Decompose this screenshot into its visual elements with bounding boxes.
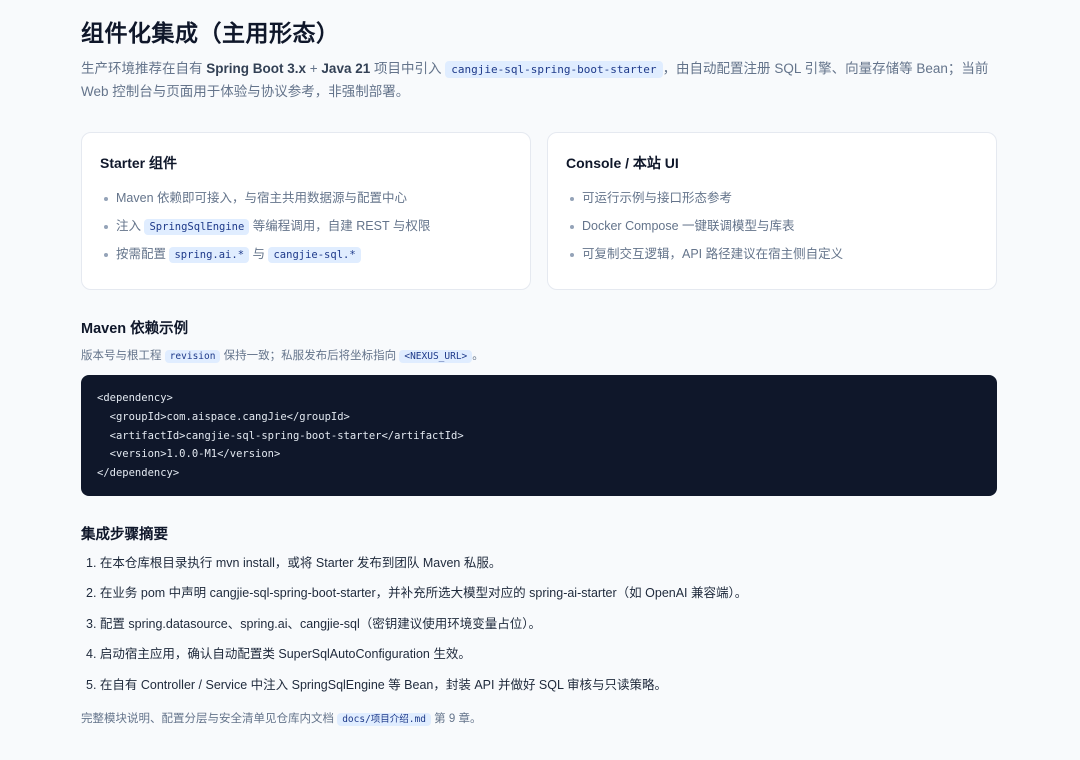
console-card: Console / 本站 UI 可运行示例与接口形态参考 Docker Comp… bbox=[547, 132, 997, 290]
step-item: 4. 启动宿主应用，确认自动配置类 SuperSqlAutoConfigurat… bbox=[86, 647, 471, 662]
list-item: Maven 依赖即可接入，与宿主共用数据源与配置中心 bbox=[100, 187, 512, 215]
maven-sub-post: 。 bbox=[472, 350, 484, 362]
intro-spring-boot: Spring Boot 3.x bbox=[206, 61, 307, 76]
maven-sub-pre: 版本号与根工程 bbox=[81, 350, 165, 362]
starter-item-2-post: 等编程调用，自建 REST 与权限 bbox=[249, 219, 431, 233]
spring-sql-engine-code: SpringSqlEngine bbox=[144, 219, 250, 235]
step-item: 3. 配置 spring.datasource、spring.ai、cangji… bbox=[86, 616, 541, 631]
maven-code-block[interactable]: <dependency> <groupId>com.aispace.cangJi… bbox=[81, 375, 997, 496]
list-item: 可运行示例与接口形态参考 bbox=[566, 187, 978, 215]
list-item: 按需配置 spring.ai.* 与 cangjie-sql.* bbox=[100, 243, 512, 271]
step-item: 2. 在业务 pom 中声明 cangjie-sql-spring-boot-s… bbox=[86, 586, 748, 601]
starter-card-list: Maven 依赖即可接入，与宿主共用数据源与配置中心 注入 SpringSqlE… bbox=[100, 187, 512, 271]
maven-code: <dependency> <groupId>com.aispace.cangJi… bbox=[97, 392, 464, 480]
step-item: 1. 在本仓库根目录执行 mvn install，或将 Starter 发布到团… bbox=[86, 556, 502, 570]
maven-section-title: Maven 依赖示例 bbox=[81, 321, 189, 337]
docs-path-code: docs/项目介绍.md bbox=[337, 713, 431, 726]
starter-card: Starter 组件 Maven 依赖即可接入，与宿主共用数据源与配置中心 注入… bbox=[81, 132, 531, 290]
console-card-list: 可运行示例与接口形态参考 Docker Compose 一键联调模型与库表 可复… bbox=[566, 187, 978, 271]
cangjie-sql-code: cangjie-sql.* bbox=[268, 247, 361, 263]
cards-row: Starter 组件 Maven 依赖即可接入，与宿主共用数据源与配置中心 注入… bbox=[81, 132, 997, 290]
intro-text-3: 项目中引入 bbox=[370, 61, 446, 76]
revision-code: revision bbox=[164, 350, 221, 363]
intro-text-2: + bbox=[306, 61, 322, 76]
spring-ai-code: spring.ai.* bbox=[169, 247, 250, 263]
starter-item-3-mid: 与 bbox=[249, 247, 269, 261]
list-item: Docker Compose 一键联调模型与库表 bbox=[566, 215, 978, 243]
console-item-1: 可运行示例与接口形态参考 bbox=[582, 191, 733, 205]
console-item-2: Docker Compose 一键联调模型与库表 bbox=[582, 219, 795, 233]
steps-section-title: 集成步骤摘要 bbox=[81, 527, 168, 543]
intro-text-1: 生产环境推荐在自有 bbox=[81, 61, 207, 76]
page-title: 组件化集成（主用形态） bbox=[81, 20, 340, 46]
maven-subtitle: 版本号与根工程 revision 保持一致；私服发布后将坐标指向 <NEXUS_… bbox=[81, 347, 484, 363]
starter-item-3-pre: 按需配置 bbox=[116, 247, 170, 261]
nexus-url-code: <NEXUS_URL> bbox=[399, 350, 473, 363]
starter-item-2-pre: 注入 bbox=[116, 219, 145, 233]
list-item: 可复制交互逻辑，API 路径建议在宿主侧自定义 bbox=[566, 243, 978, 271]
intro-paragraph: 生产环境推荐在自有 Spring Boot 3.x + Java 21 项目中引… bbox=[81, 58, 997, 103]
intro-starter-code: cangjie-sql-spring-boot-starter bbox=[445, 61, 663, 78]
footer-pre: 完整模块说明、配置分层与安全清单见仓库内文档 bbox=[81, 713, 338, 725]
starter-card-title: Starter 组件 bbox=[100, 155, 178, 171]
console-item-3: 可复制交互逻辑，API 路径建议在宿主侧自定义 bbox=[582, 247, 844, 261]
starter-item-1: Maven 依赖即可接入，与宿主共用数据源与配置中心 bbox=[116, 191, 407, 205]
step-item: 5. 在自有 Controller / Service 中注入 SpringSq… bbox=[86, 677, 667, 692]
page: 组件化集成（主用形态） 生产环境推荐在自有 Spring Boot 3.x + … bbox=[0, 0, 1080, 760]
intro-java: Java 21 bbox=[321, 61, 371, 76]
maven-sub-mid: 保持一致；私服发布后将坐标指向 bbox=[220, 350, 400, 362]
console-card-title: Console / 本站 UI bbox=[566, 155, 679, 171]
list-item: 注入 SpringSqlEngine 等编程调用，自建 REST 与权限 bbox=[100, 215, 512, 243]
steps-list: 1. 在本仓库根目录执行 mvn install，或将 Starter 发布到团… bbox=[86, 552, 986, 704]
footer-post: 第 9 章。 bbox=[430, 713, 482, 725]
footer-note: 完整模块说明、配置分层与安全清单见仓库内文档 docs/项目介绍.md 第 9 … bbox=[81, 710, 481, 726]
